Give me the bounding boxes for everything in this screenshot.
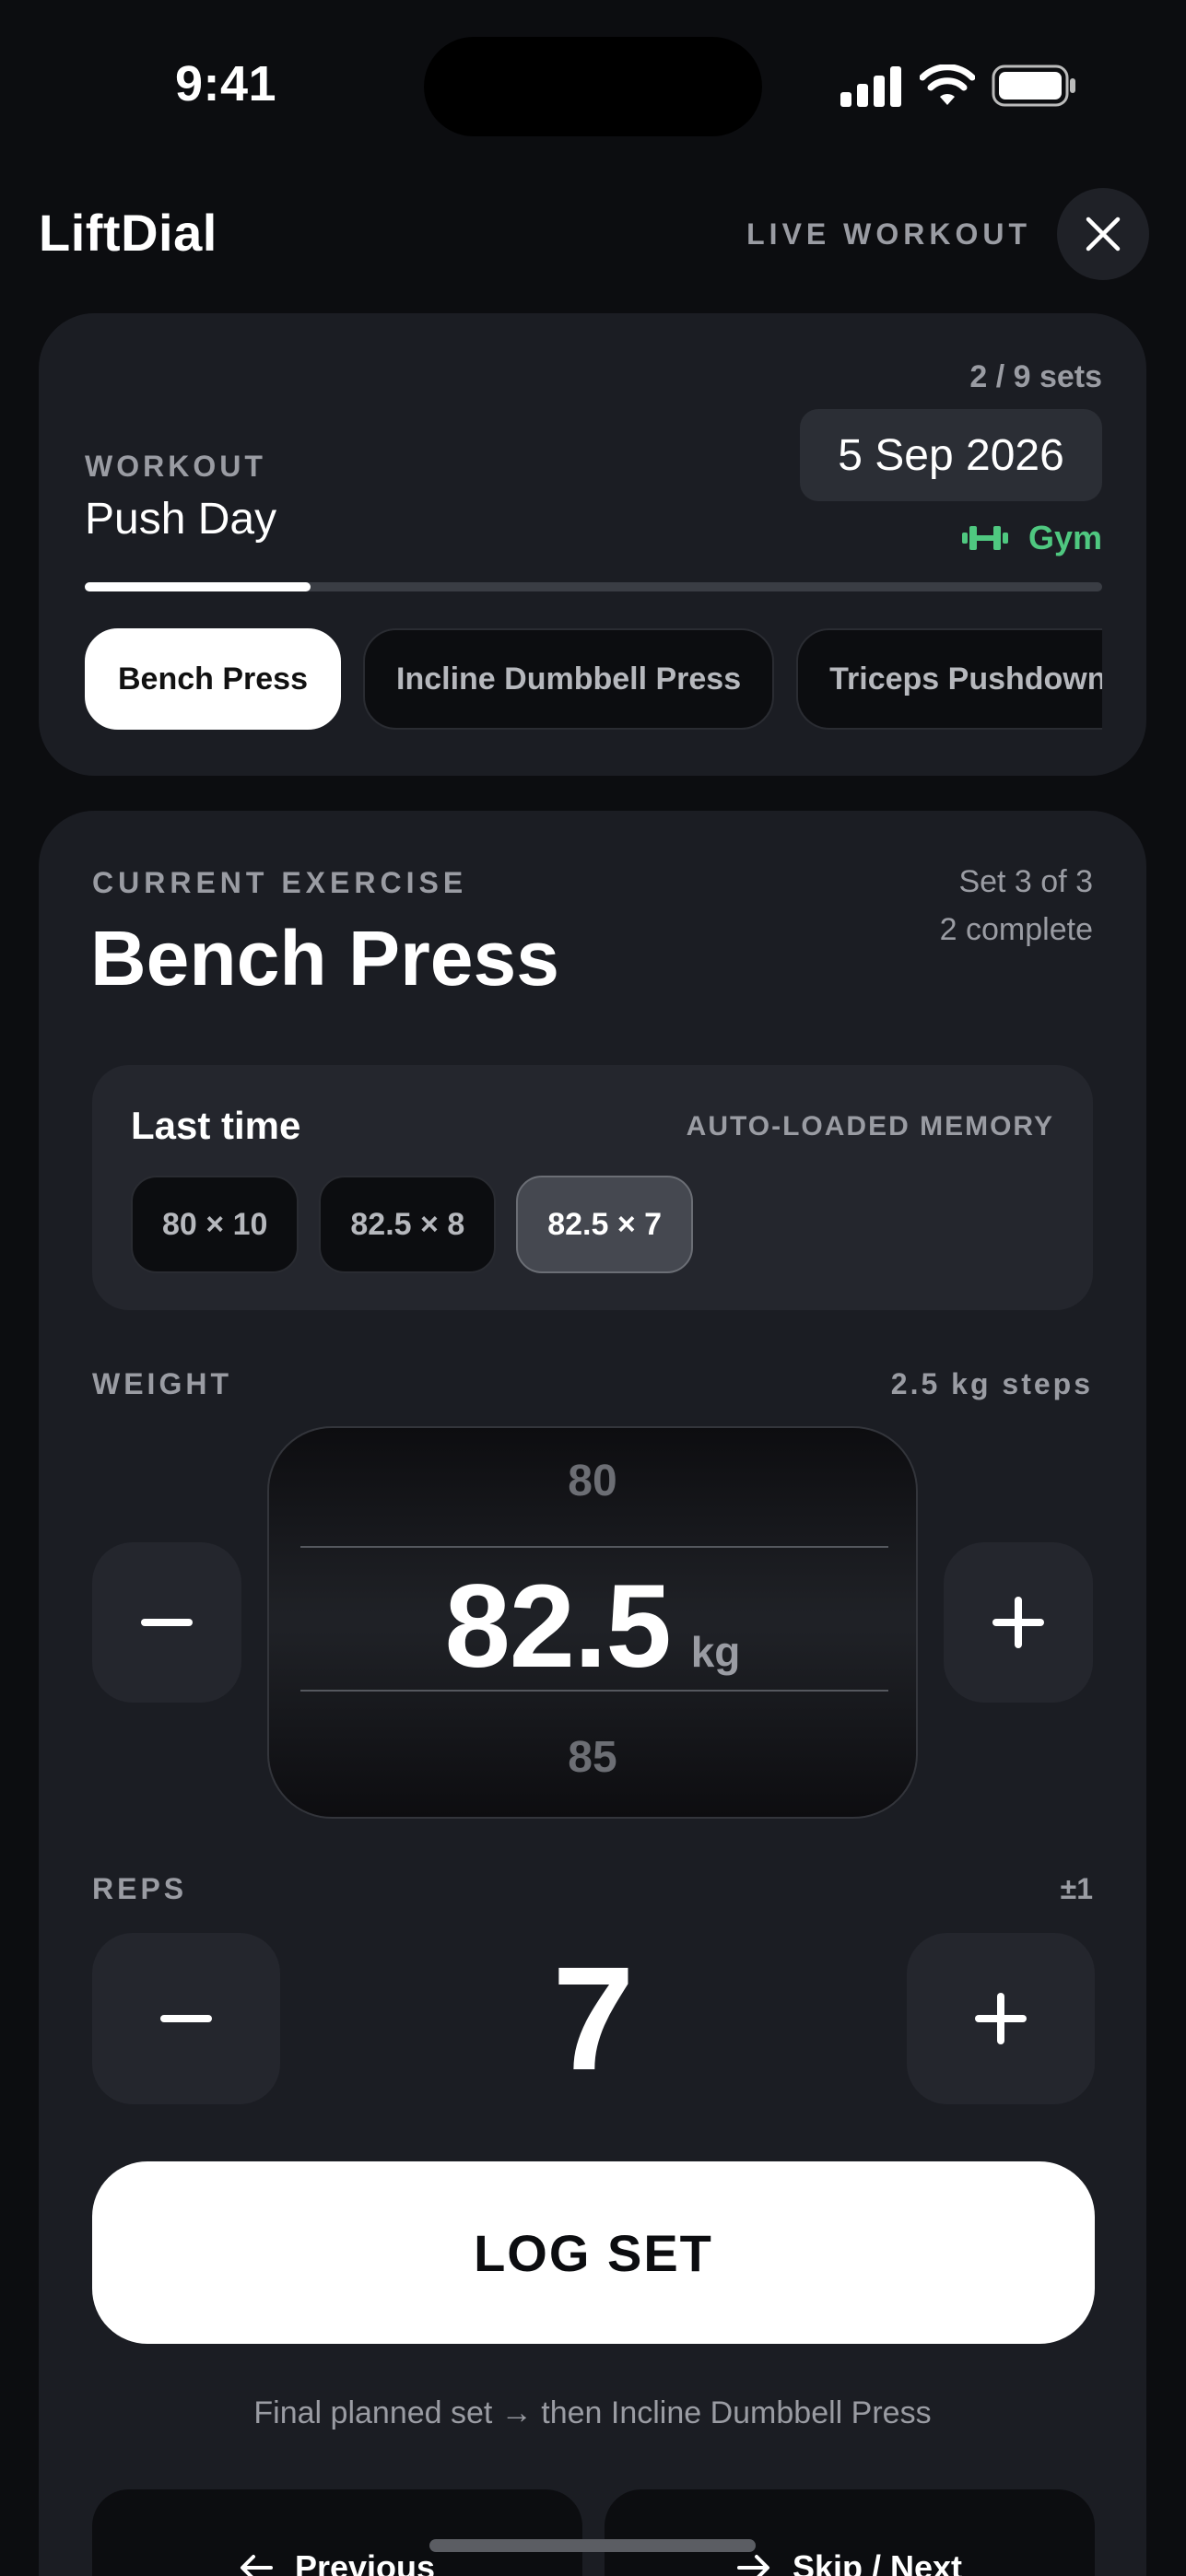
live-workout-label: LIVE WORKOUT xyxy=(746,217,1031,251)
weight-label: WEIGHT xyxy=(92,1367,232,1400)
weight-next-value: 85 xyxy=(568,1733,617,1782)
battery-icon xyxy=(992,64,1075,107)
workout-name: Push Day xyxy=(85,495,277,544)
arrow-left-icon xyxy=(240,2555,273,2576)
location-label: Gym xyxy=(1027,519,1102,556)
exercise-card: CURRENT EXERCISE Bench Press Set 3 of 3 … xyxy=(39,811,1146,2576)
weight-step-label: 2.5 kg steps xyxy=(890,1367,1093,1400)
skip-next-button[interactable]: Skip / Next xyxy=(605,2489,1095,2576)
last-time-sets: 80 × 10 82.5 × 8 82.5 × 7 xyxy=(131,1176,694,1273)
sets-progress-count: 2 / 9 sets xyxy=(969,359,1102,394)
reps-increase-button[interactable] xyxy=(907,1933,1095,2104)
exercise-chip-triceps-pushdown[interactable]: Triceps Pushdown xyxy=(796,628,1102,730)
wheel-divider xyxy=(300,1690,888,1692)
close-button[interactable] xyxy=(1057,188,1149,280)
reps-step-label: ±1 xyxy=(1060,1872,1093,1905)
exercise-chips: Bench Press Incline Dumbbell Press Trice… xyxy=(85,628,1102,732)
last-set-chip-selected[interactable]: 82.5 × 7 xyxy=(516,1176,694,1273)
home-indicator[interactable] xyxy=(429,2539,756,2552)
location-tag[interactable]: Gym xyxy=(961,512,1102,564)
log-set-button[interactable]: LOG SET xyxy=(92,2161,1095,2344)
wheel-divider xyxy=(300,1546,888,1548)
app-title: LiftDial xyxy=(39,204,217,262)
workout-progress-fill xyxy=(85,582,311,591)
status-bar: 9:41 xyxy=(0,0,1186,175)
minus-icon xyxy=(141,1619,193,1626)
dynamic-island xyxy=(424,37,762,136)
weight-current: 82.5 kg xyxy=(269,1559,916,1692)
reps-label: REPS xyxy=(92,1872,188,1905)
weight-increase-button[interactable] xyxy=(944,1542,1093,1703)
close-icon xyxy=(1086,217,1121,252)
last-set-chip[interactable]: 82.5 × 8 xyxy=(319,1176,497,1273)
exercise-name: Bench Press xyxy=(90,915,559,1001)
dumbbell-icon xyxy=(961,526,1008,550)
reps-value: 7 xyxy=(552,1936,635,2101)
plus-icon xyxy=(992,1597,1044,1648)
set-position: Set 3 of 3 xyxy=(958,864,1093,899)
plus-icon xyxy=(975,1993,1027,2044)
sets-completed: 2 complete xyxy=(939,912,1093,947)
date-chip[interactable]: 5 Sep 2026 xyxy=(800,409,1102,501)
weight-prev-value: 80 xyxy=(568,1457,617,1505)
cellular-signal-icon xyxy=(840,66,901,107)
weight-decrease-button[interactable] xyxy=(92,1542,241,1703)
workout-card: 2 / 9 sets WORKOUT Push Day 5 Sep 2026 G… xyxy=(39,313,1146,776)
auto-loaded-tag: AUTO-LOADED MEMORY xyxy=(686,1111,1054,1142)
previous-button[interactable]: Previous xyxy=(92,2489,582,2576)
status-time: 9:41 xyxy=(175,56,277,111)
next-exercise-hint: Final planned set → then Incline Dumbbel… xyxy=(253,2395,932,2430)
minus-icon xyxy=(160,2015,212,2022)
screen: 9:41 LiftDial LIVE WORKOUT 2 / 9 sets WO… xyxy=(0,0,1186,2576)
last-set-chip[interactable]: 80 × 10 xyxy=(131,1176,299,1273)
weight-value: 82.5 xyxy=(444,1561,672,1692)
wifi-icon xyxy=(920,64,975,105)
last-time-panel: Last time AUTO-LOADED MEMORY 80 × 10 82.… xyxy=(92,1065,1093,1310)
workout-progress-bar xyxy=(85,582,1102,591)
reps-decrease-button[interactable] xyxy=(92,1933,280,2104)
last-time-title: Last time xyxy=(131,1104,301,1147)
weight-picker-wheel[interactable]: 80 82.5 kg 85 xyxy=(267,1426,918,1819)
exercise-chip-bench-press[interactable]: Bench Press xyxy=(85,628,341,730)
workout-label: WORKOUT xyxy=(85,450,266,483)
weight-unit: kg xyxy=(690,1628,741,1676)
current-exercise-label: CURRENT EXERCISE xyxy=(92,866,468,899)
skip-next-label: Skip / Next xyxy=(792,2548,963,2576)
exercise-chip-incline-dumbbell-press[interactable]: Incline Dumbbell Press xyxy=(363,628,775,730)
arrow-right-icon xyxy=(736,2555,769,2576)
previous-label: Previous xyxy=(294,2548,436,2576)
